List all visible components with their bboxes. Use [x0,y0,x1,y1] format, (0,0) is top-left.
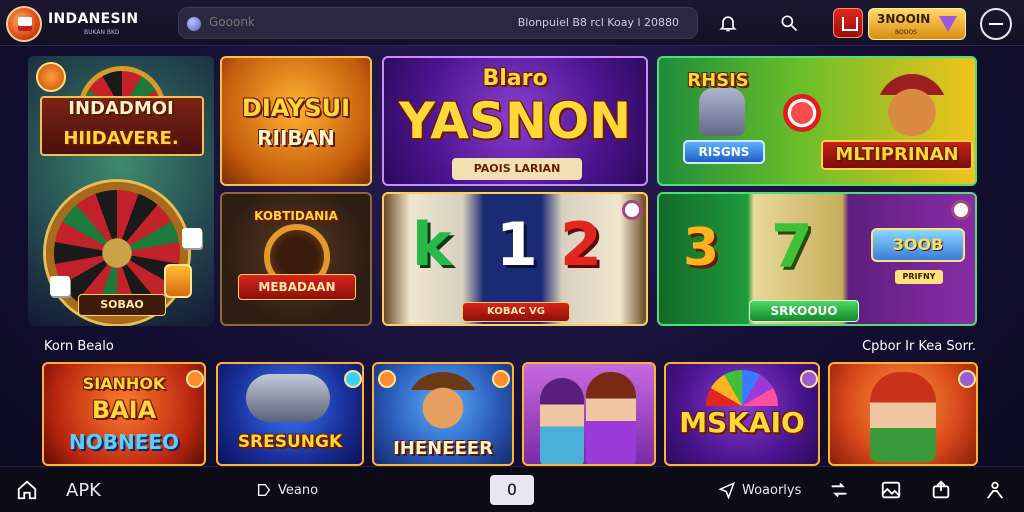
reel-symbol-2: 1 [496,210,538,280]
brand-name: INDANESIN [48,11,139,27]
tile-title: SRESUNGK [237,432,343,452]
nav-sync[interactable] [828,477,850,503]
coin-label: 3NOOIN [877,12,931,26]
section-see-all-link[interactable]: Cpbor Ir Kea Sorr. [862,339,976,354]
brand-tagline: BUKAN BKO [84,29,120,36]
nav-apk[interactable]: APK [66,477,101,503]
brand-logo[interactable] [6,6,42,42]
game-tile-sevens[interactable]: 3 7 3OOB PRIFNY SRKOOUO [657,192,977,326]
search-promo-text: Blonpuiel B8 rcl Koay l 20880 [517,16,679,29]
reel-symbol-1: 3 [683,218,720,278]
game-tile-yasnon[interactable]: Blaro YASNON PAOIS LARIAN [382,56,648,186]
tile-top-title: Blaro [482,66,548,91]
badge-icon [800,370,818,388]
wheel-icon [706,370,778,406]
badge-icon [344,370,362,388]
gem-icon [939,16,957,32]
bottom-nav: APK Veano O Woaorlys [0,466,1024,512]
nav-whatsup[interactable]: Woaorlys [718,477,801,503]
game-tile-slot-reels[interactable]: k 1 2 KOBAC VG [382,192,648,326]
hero-title-2: HIIDAVERE. [63,128,179,149]
reel-symbol-1: k [412,210,452,280]
search-bar[interactable]: Blonpuiel B8 rcl Koay l 20880 [178,7,698,39]
top-bar: INDANESIN BUKAN BKO Blonpuiel B8 rcl Koa… [0,0,1024,46]
badge-icon [378,370,396,388]
character-icon [540,378,584,464]
tile-subtitle: RIIBAN [257,126,335,150]
tile-title: DIAYSUI [241,94,351,122]
tile-title: MLTIPRINAN [835,144,959,165]
game-tile-mebadaan[interactable]: KOBTIDANIA MEBADAAN [220,192,372,326]
nav-home[interactable] [16,477,38,503]
game-tile-bottom-1[interactable]: SIANHOK BAIA NOBNEEO [42,362,206,466]
badge-icon [492,370,510,388]
search-input[interactable] [209,15,409,29]
game-tile-bottom-2[interactable]: SRESUNGK [216,362,364,466]
tile-title-3: NOBNEEO [68,430,180,454]
jackpot-badge: 3OOB [871,228,965,262]
user-icon [986,481,1004,499]
nav-share[interactable] [930,477,952,503]
game-tile-diaysui[interactable]: DIAYSUI RIIBAN [220,56,372,186]
info-dot-icon[interactable] [622,200,642,220]
hero-title-1: INDADMOI [68,98,174,119]
tile-ribbon: SRKOOUO [749,300,859,322]
tile-title: KOBTIDANIA [254,209,338,223]
character-icon [586,372,636,464]
menu-button[interactable] [980,8,1012,40]
wizard-character-icon [877,74,947,144]
gift-button[interactable] [833,8,863,38]
chips-icon [164,264,192,298]
game-tile-bottom-3[interactable]: IHENEEER [372,362,514,466]
search-icon [187,17,201,31]
home-icon [17,480,37,500]
tile-subtitle: PAOIS LARIAN [452,158,582,180]
tile-title: MSKAIO [679,406,805,439]
nav-profile[interactable] [984,477,1006,503]
game-tile-bottom-5[interactable]: MSKAIO [664,362,820,466]
image-icon [881,481,901,499]
hot-badge [36,62,66,92]
game-tile-bottom-6[interactable] [828,362,978,466]
tile-pill-label: RISGNS [683,140,765,164]
character-icon [870,372,936,462]
section-title: Korn Bealo [44,339,114,354]
hero-ribbon: SOBAO [78,294,166,316]
badge-icon [958,370,976,388]
reel-symbol-2: 7 [771,212,813,282]
coin-balance-button[interactable]: 3NOOIN BOOOS [868,8,966,40]
reel-symbol-3: 2 [560,210,602,280]
nav-gallery[interactable] [880,477,902,503]
robot-character-icon [699,88,745,136]
character-icon [408,372,478,432]
send-icon [718,481,736,499]
nav-center-button[interactable]: O [490,475,534,505]
bell-icon[interactable] [715,10,741,36]
dice-icon [182,228,202,248]
coin-sub-label: BOOOS [895,29,917,36]
red-coin-icon [783,94,821,132]
game-tile-multiplier[interactable]: RHSIS RISGNS MLTIPRINAN [657,56,977,186]
nav-whatsup-label: Woaorlys [742,482,802,498]
nav-veano-label: Veano [278,482,319,498]
jackpot-label: PRIFNY [895,270,943,284]
info-dot-icon[interactable] [951,200,971,220]
tile-ribbon: KOBAC VG [462,302,570,322]
nav-veano[interactable]: Veano [256,477,318,503]
game-tile-bottom-4[interactable] [522,362,656,466]
tile-title: SIANHOK [82,374,166,393]
tile-ribbon: MEBADAAN [238,274,356,300]
dice-icon [50,276,70,296]
tile-title-2: BAIA [91,396,157,424]
sync-icon [831,482,847,498]
tile-title: YASNON [398,92,632,150]
search-user-icon[interactable] [776,10,802,36]
game-tile-hero[interactable]: INDADMOI HIIDAVERE. SOBAO [28,56,214,326]
character-icon [246,374,330,422]
badge-icon [186,370,204,388]
tag-icon [258,484,271,496]
share-icon [932,480,950,499]
tile-title: IHENEEER [393,438,493,459]
